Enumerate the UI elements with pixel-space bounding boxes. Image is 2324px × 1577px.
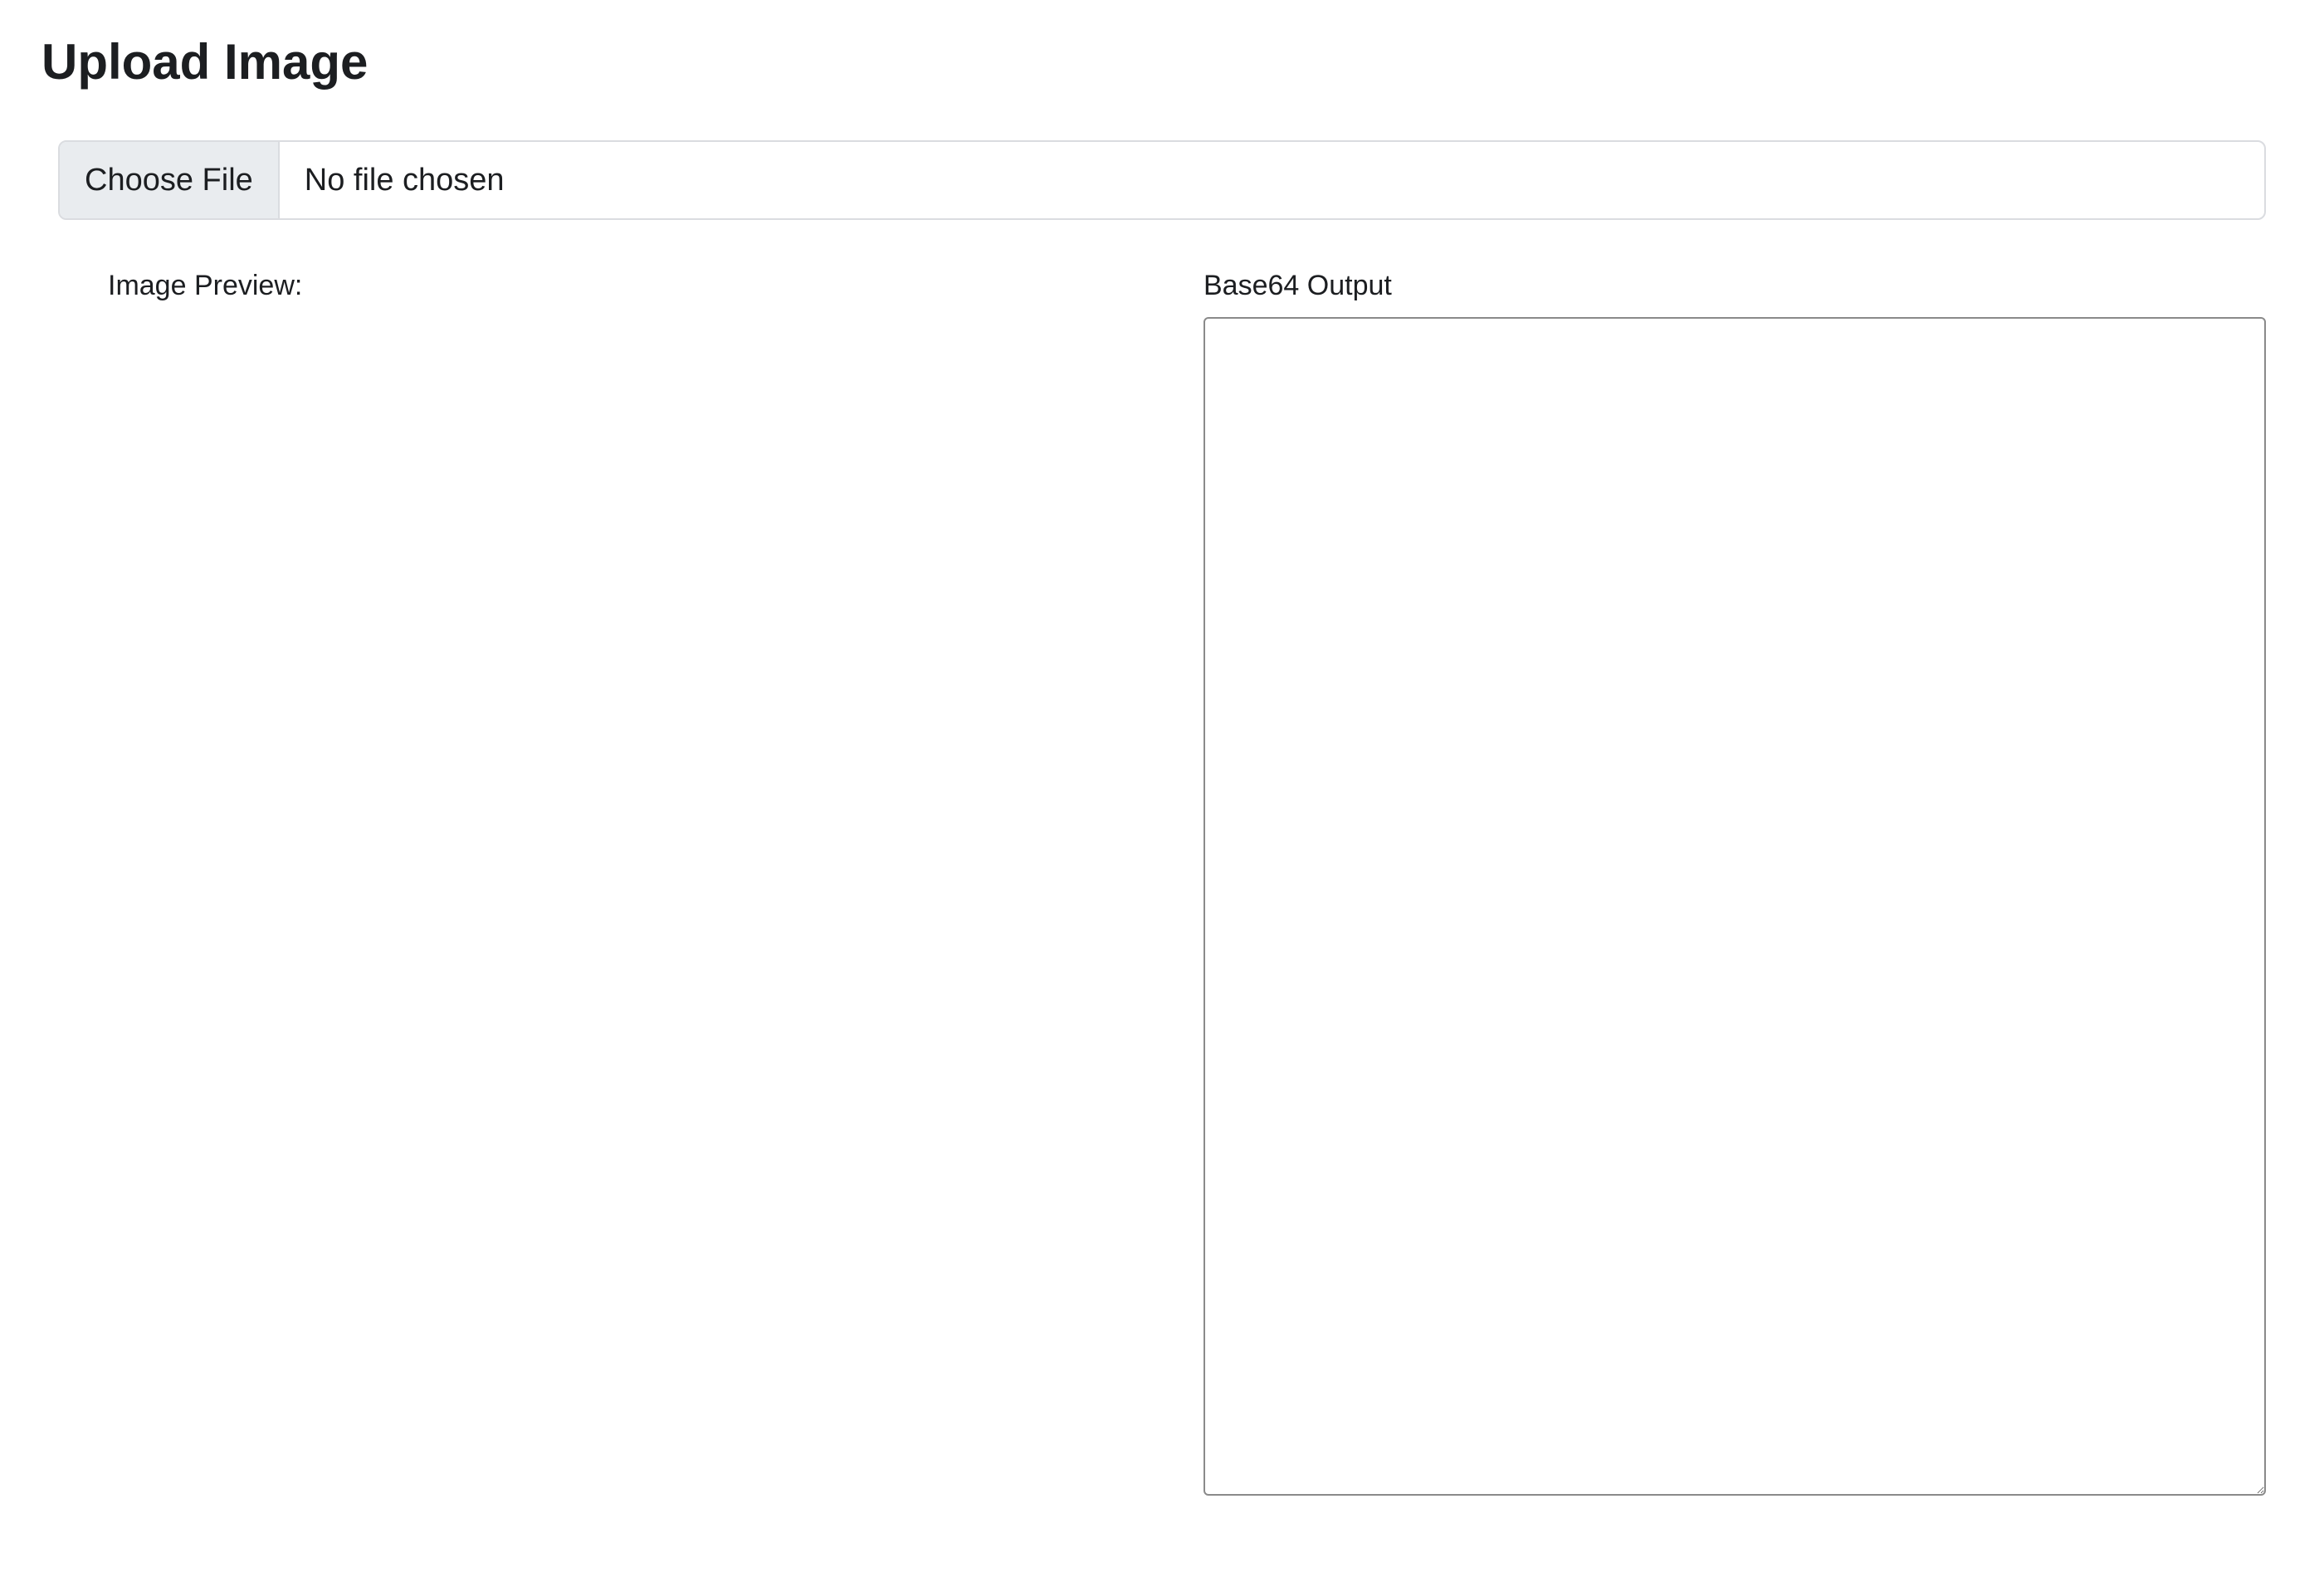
panels: Image Preview: Base64 Output (58, 270, 2266, 1500)
base64-output-panel: Base64 Output (1204, 270, 2266, 1500)
base64-output-textarea[interactable] (1204, 317, 2266, 1496)
base64-output-label: Base64 Output (1204, 270, 2266, 302)
page-title: Upload Image (42, 33, 2282, 90)
file-input-status: No file chosen (280, 163, 2264, 198)
file-input[interactable]: Choose File No file chosen (58, 140, 2266, 220)
image-preview-label: Image Preview: (108, 270, 1170, 302)
image-preview-panel: Image Preview: (58, 270, 1170, 1500)
choose-file-button[interactable]: Choose File (60, 142, 280, 218)
